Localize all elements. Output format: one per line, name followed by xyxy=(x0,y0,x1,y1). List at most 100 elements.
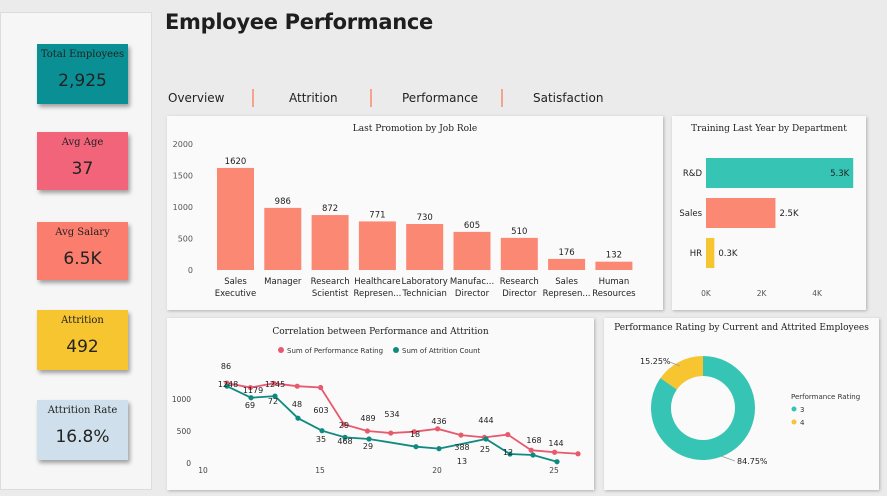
tab-attrition[interactable]: Attrition xyxy=(289,91,338,105)
x-tick-label: Laboratory xyxy=(402,277,448,287)
data-label: 1179 xyxy=(243,386,263,395)
data-point xyxy=(530,452,536,458)
bar-value-label: 2.5K xyxy=(779,209,799,219)
x-tick-label: Represen... xyxy=(543,289,591,299)
bar xyxy=(706,238,715,268)
data-point xyxy=(248,395,254,401)
x-tick-label: Resources xyxy=(592,289,636,299)
data-point xyxy=(295,415,301,421)
data-point xyxy=(436,446,442,452)
data-label: 35 xyxy=(316,435,326,444)
x-tick-label: Technician xyxy=(401,289,446,299)
training-hbar-chart: R&D 5.3K Sales 2.5K HR 0.3K 0K 2K 4K xyxy=(679,158,854,298)
data-point xyxy=(318,384,324,391)
bar-value-label: 132 xyxy=(606,251,622,261)
data-label: 489 xyxy=(360,414,375,423)
bar xyxy=(595,261,633,270)
x-tick-label: Executive xyxy=(215,289,256,299)
slice-value-label: 15.25% xyxy=(640,357,671,366)
data-label: 25 xyxy=(480,445,490,454)
bar xyxy=(706,198,776,228)
x-tick-label: Sales xyxy=(224,277,247,287)
leader-line xyxy=(720,455,736,462)
bar-value-label: 1620 xyxy=(225,157,247,167)
x-tick-label: Director xyxy=(502,289,537,299)
bar xyxy=(453,231,491,270)
data-label: 72 xyxy=(268,397,278,406)
data-label: 388 xyxy=(454,443,469,452)
data-label: 444 xyxy=(478,416,493,425)
data-point xyxy=(319,428,325,434)
kpi-value: 16.8% xyxy=(55,427,110,447)
kpi-label: Attrition Rate xyxy=(47,405,118,416)
x-tick-label: 0K xyxy=(701,289,712,298)
kpi-value: 37 xyxy=(71,159,94,179)
page-title: Employee Performance xyxy=(165,10,433,34)
data-point xyxy=(483,436,489,442)
bar xyxy=(264,207,302,270)
bar xyxy=(406,224,444,270)
legend-marker xyxy=(278,347,284,353)
legend-title: Performance Rating xyxy=(791,393,860,401)
bar xyxy=(500,237,538,270)
data-label: 468 xyxy=(337,437,352,446)
bar-value-label: 730 xyxy=(417,213,433,223)
x-tick-label: Research xyxy=(500,277,539,287)
legend-marker xyxy=(791,406,797,412)
data-label: 144 xyxy=(548,439,563,448)
bar xyxy=(548,258,586,270)
x-tick-label: Represen... xyxy=(353,289,401,299)
data-label: 1248 xyxy=(218,380,238,389)
x-tick-label: Human xyxy=(599,277,630,287)
card-correlation: Correlation between Performance and Attr… xyxy=(167,318,594,490)
tab-overview[interactable]: Overview xyxy=(168,91,225,105)
bar-value-label: 510 xyxy=(511,227,527,237)
data-point xyxy=(554,459,560,465)
data-point xyxy=(505,431,511,438)
data-point xyxy=(435,426,441,432)
kpi-label: Total Employees xyxy=(40,49,125,60)
tab-performance[interactable]: Performance xyxy=(402,91,478,105)
y-tick-label: 0 xyxy=(186,459,191,468)
bar xyxy=(311,215,349,270)
tab-separator xyxy=(501,89,503,107)
performance-rating-donut-chart: 15.25% 84.75% Performance Rating 3 4 xyxy=(640,356,860,466)
kpi-card-total-employees: Total Employees 2,925 xyxy=(37,44,128,104)
data-point xyxy=(366,436,372,442)
data-label: 13 xyxy=(457,457,467,466)
legend-label: 3 xyxy=(800,406,804,414)
kpi-label: Avg Salary xyxy=(55,227,110,238)
data-label: 168 xyxy=(526,436,541,445)
data-label: 534 xyxy=(384,410,399,419)
kpi-card-attrition: Attrition 492 xyxy=(37,310,128,370)
bar-value-label: 605 xyxy=(464,221,480,231)
tab-satisfaction[interactable]: Satisfaction xyxy=(533,91,603,105)
data-label: 1245 xyxy=(265,380,285,389)
correlation-line-chart: Sum of Performance Rating Sum of Attritio… xyxy=(172,347,581,475)
data-point xyxy=(552,449,558,455)
kpi-value: 492 xyxy=(66,337,99,357)
tab-separator xyxy=(252,89,254,107)
bar-value-label: 986 xyxy=(275,197,291,207)
kpi-label: Avg Age xyxy=(61,137,104,148)
x-tick-label: 2K xyxy=(757,289,768,298)
legend-label: Sum of Performance Rating xyxy=(287,347,383,355)
bar xyxy=(217,167,254,270)
x-tick-label: 15 xyxy=(315,466,325,475)
data-label: 436 xyxy=(431,417,446,426)
card-last-promotion: Last Promotion by Job Role 0 500 1000 1500 2… xyxy=(167,116,663,310)
x-tick-label: Scientist xyxy=(312,289,349,299)
series-line-performance xyxy=(226,382,579,455)
bar-value-label: 5.3K xyxy=(830,169,850,179)
kpi-value: 6.5K xyxy=(63,249,102,269)
x-tick-label: Manager xyxy=(264,277,302,287)
data-point xyxy=(364,428,370,434)
data-label: 18 xyxy=(410,430,420,439)
x-tick-label: Research xyxy=(311,277,350,287)
y-tick-label: 1000 xyxy=(172,395,191,404)
data-label: 29 xyxy=(363,442,373,451)
y-tick-label: 0 xyxy=(188,266,193,275)
data-label: 603 xyxy=(313,406,328,415)
x-tick-label: 4K xyxy=(812,289,823,298)
legend-marker xyxy=(791,419,797,425)
